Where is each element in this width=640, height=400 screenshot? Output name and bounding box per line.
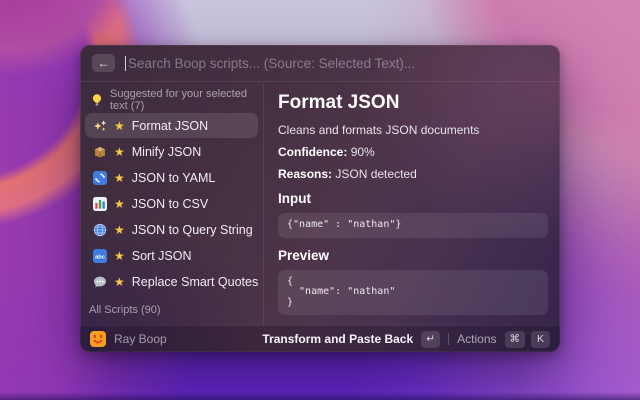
- text-caret: [125, 56, 126, 71]
- back-button[interactable]: ←: [92, 54, 115, 72]
- action-bar: Ray Boop Transform and Paste Back ↵ Acti…: [80, 325, 560, 352]
- confidence-value: 90%: [351, 145, 375, 159]
- reasons-row: Reasons: JSON detected: [278, 167, 548, 181]
- app-name: Ray Boop: [114, 332, 167, 346]
- footer-divider: [448, 333, 449, 345]
- favorite-star-icon: ★: [114, 224, 125, 236]
- preview-heading: Preview: [278, 248, 548, 263]
- sidebar-item-label: JSON to CSV: [132, 197, 208, 211]
- sidebar-item-replace-smart-quotes[interactable]: ★ Replace Smart Quotes: [85, 269, 258, 294]
- abc-icon: abc: [92, 248, 107, 263]
- sidebar-item-label: Replace Smart Quotes: [132, 275, 258, 289]
- sidebar-item-json-to-yaml[interactable]: ★ JSON to YAML: [85, 165, 258, 190]
- k-key-icon: K: [531, 331, 550, 348]
- sidebar-item-json-to-query-string[interactable]: ★ JSON to Query String: [85, 217, 258, 242]
- confidence-row: Confidence: 90%: [278, 145, 548, 159]
- reasons-label: Reasons:: [278, 167, 332, 181]
- back-arrow-icon: ←: [98, 57, 110, 69]
- input-code-block: {"name" : "nathan"}: [278, 213, 548, 238]
- confidence-label: Confidence:: [278, 145, 347, 159]
- favorite-star-icon: ★: [114, 276, 125, 288]
- actions-label: Actions: [457, 332, 496, 346]
- section-header-suggested: Suggested for your selected text (7): [85, 90, 258, 110]
- sidebar-item-json-to-csv[interactable]: ★ JSON to CSV: [85, 191, 258, 216]
- detail-panel: Format JSON Cleans and formats JSON docu…: [264, 83, 560, 325]
- primary-action-label: Transform and Paste Back: [262, 332, 413, 346]
- sidebar-item-label: JSON to YAML: [132, 171, 216, 185]
- section-header-label: Suggested for your selected text (7): [110, 88, 254, 112]
- detail-title: Format JSON: [278, 92, 548, 114]
- script-list: Suggested for your selected text (7) ★ F…: [80, 83, 264, 325]
- favorite-star-icon: ★: [114, 250, 125, 262]
- sidebar-item-sort-json[interactable]: abc ★ Sort JSON: [85, 243, 258, 268]
- boop-app-icon: [90, 331, 106, 347]
- sidebar-item-label: Sort JSON: [132, 249, 192, 263]
- package-icon: [92, 144, 107, 159]
- favorite-star-icon: ★: [114, 172, 125, 184]
- reasons-value: JSON detected: [335, 167, 416, 181]
- command-key-icon: ⌘: [505, 331, 526, 348]
- sparkles-icon: [92, 118, 107, 133]
- sidebar-item-label: Format JSON: [132, 119, 208, 133]
- globe-icon: [92, 222, 107, 237]
- sidebar-item-label: JSON to Query String: [132, 223, 253, 237]
- lightbulb-icon: [89, 93, 104, 108]
- arrows-cycle-icon: [92, 170, 107, 185]
- svg-text:abc: abc: [95, 254, 105, 260]
- detail-description: Cleans and formats JSON documents: [278, 123, 548, 137]
- raycast-boop-window: ← Suggested for your selected text (7) ★…: [80, 45, 560, 352]
- sidebar-item-minify-json[interactable]: ★ Minify JSON: [85, 139, 258, 164]
- sidebar-item-format-json[interactable]: ★ Format JSON: [85, 113, 258, 138]
- favorite-star-icon: ★: [114, 146, 125, 158]
- input-heading: Input: [278, 191, 548, 206]
- return-key-icon: ↵: [421, 331, 440, 348]
- actions-button[interactable]: Actions ⌘ K: [457, 331, 550, 348]
- favorite-star-icon: ★: [114, 198, 125, 210]
- content-area: Suggested for your selected text (7) ★ F…: [80, 83, 560, 325]
- favorite-star-icon: ★: [114, 120, 125, 132]
- section-header-label: All Scripts (90): [89, 304, 161, 316]
- transform-and-paste-back-button[interactable]: Transform and Paste Back ↵: [262, 331, 440, 348]
- bar-chart-icon: [92, 196, 107, 211]
- section-header-all-scripts: All Scripts (90): [85, 300, 258, 320]
- sidebar-item-label: Minify JSON: [132, 145, 201, 159]
- preview-code-block: { "name": "nathan" }: [278, 270, 548, 316]
- speech-balloon-icon: [92, 274, 107, 289]
- search-bar: ←: [80, 45, 560, 82]
- search-input[interactable]: [128, 56, 548, 71]
